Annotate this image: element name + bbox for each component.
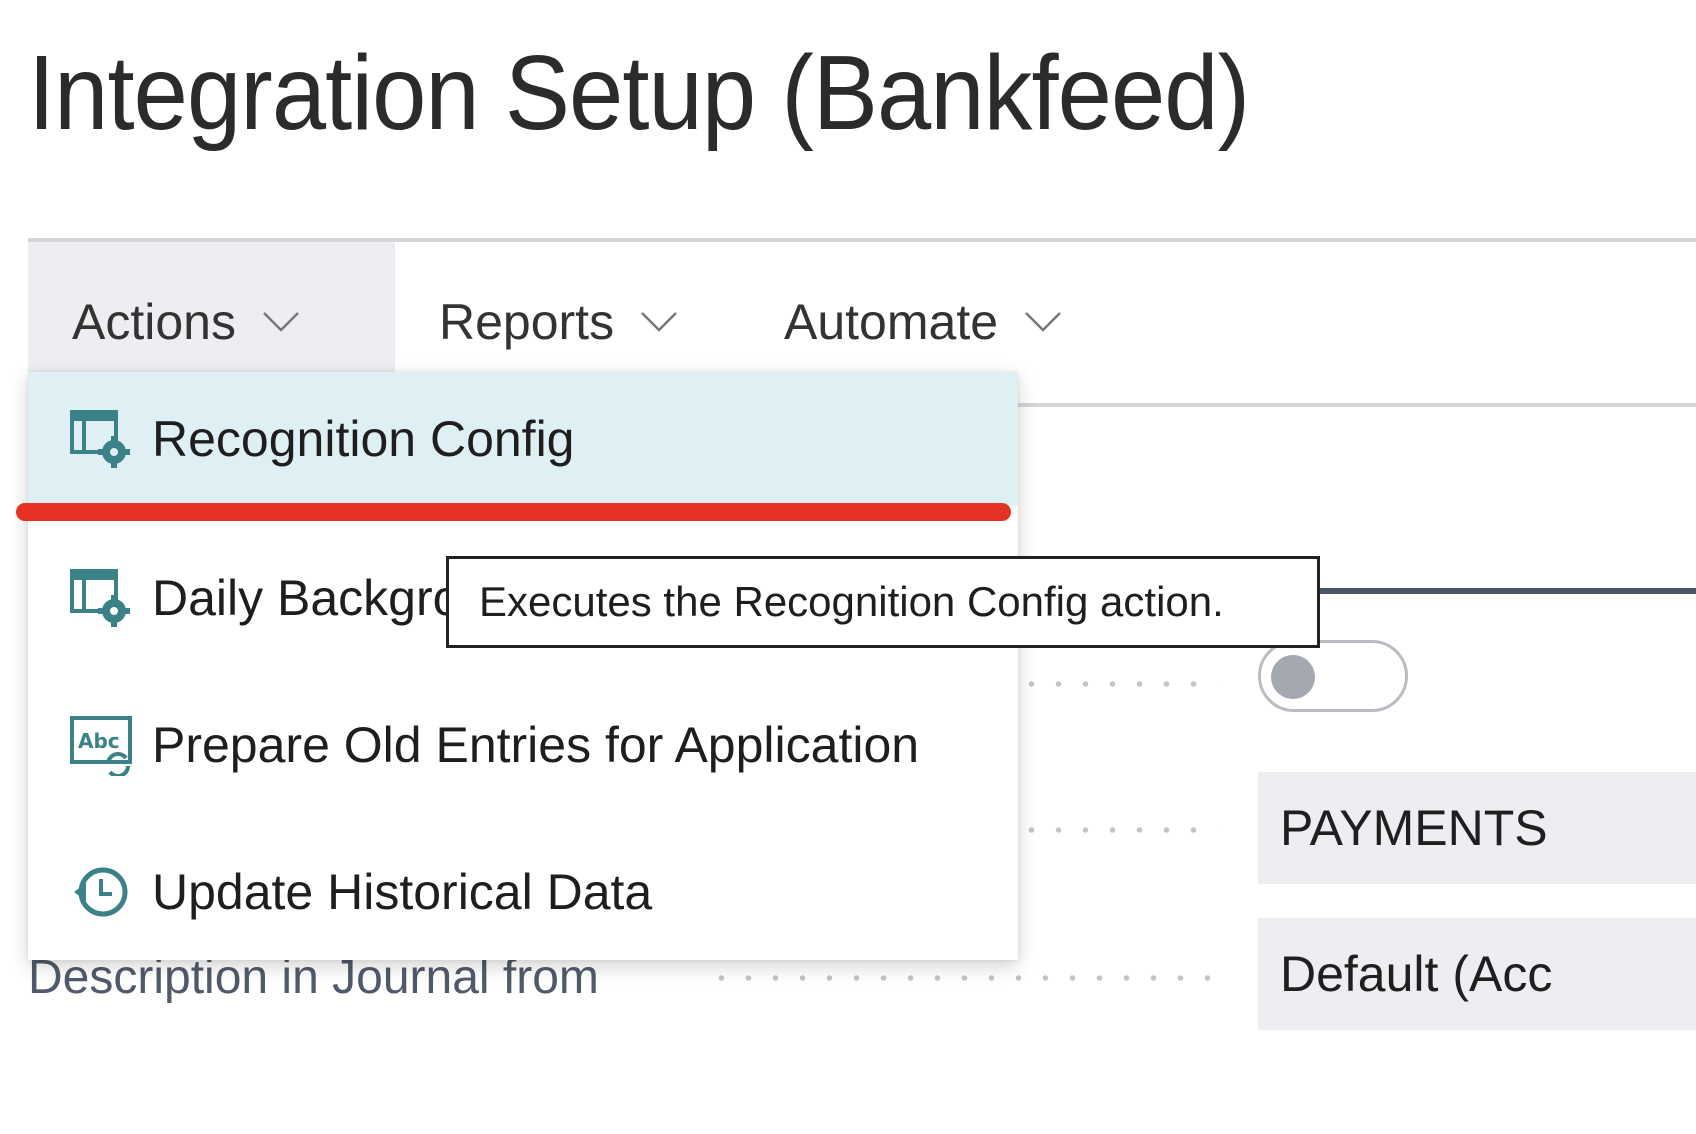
menu-item-label: Prepare Old Entries for Application [152, 716, 920, 773]
divider [1018, 403, 1696, 407]
menu-item-update-historical-data[interactable]: Update Historical Data [28, 818, 1018, 965]
menu-item-prepare-old-entries[interactable]: Abc Prepare Old Entries for Application [28, 671, 1018, 818]
chevron-down-icon [640, 311, 678, 333]
table-gear-icon [70, 410, 130, 468]
menu-item-label: Update Historical Data [152, 863, 653, 920]
svg-text:Abc: Abc [78, 729, 120, 753]
chevron-down-icon [1024, 311, 1062, 333]
menu-item-label: Recognition Config [152, 411, 575, 467]
tab-label: Reports [439, 294, 615, 350]
actions-dropdown-menu: Recognition Config Daily Background Job … [28, 372, 1018, 960]
field-dots [1018, 827, 1218, 833]
tab-label: Actions [72, 294, 236, 350]
tooltip: Executes the Recognition Config action. [446, 556, 1320, 648]
description-field[interactable]: Default (Acc [1258, 918, 1696, 1030]
history-clock-icon [74, 867, 128, 916]
text-refresh-icon: Abc [70, 715, 132, 776]
toggle-knob [1271, 655, 1315, 699]
menu-item-recognition-config[interactable]: Recognition Config [28, 372, 1018, 506]
tooltip-text: Executes the Recognition Config action. [479, 578, 1224, 625]
page-title: Integration Setup (Bankfeed) [28, 34, 1250, 152]
tab-label: Automate [784, 294, 999, 350]
toggle-switch[interactable] [1258, 640, 1408, 712]
table-gear-icon [70, 568, 130, 627]
field-dots [708, 975, 1218, 981]
highlight-underline [16, 503, 1011, 521]
chevron-down-icon [262, 311, 300, 333]
journal-field[interactable]: PAYMENTS [1258, 772, 1696, 884]
field-dots [1018, 681, 1218, 687]
